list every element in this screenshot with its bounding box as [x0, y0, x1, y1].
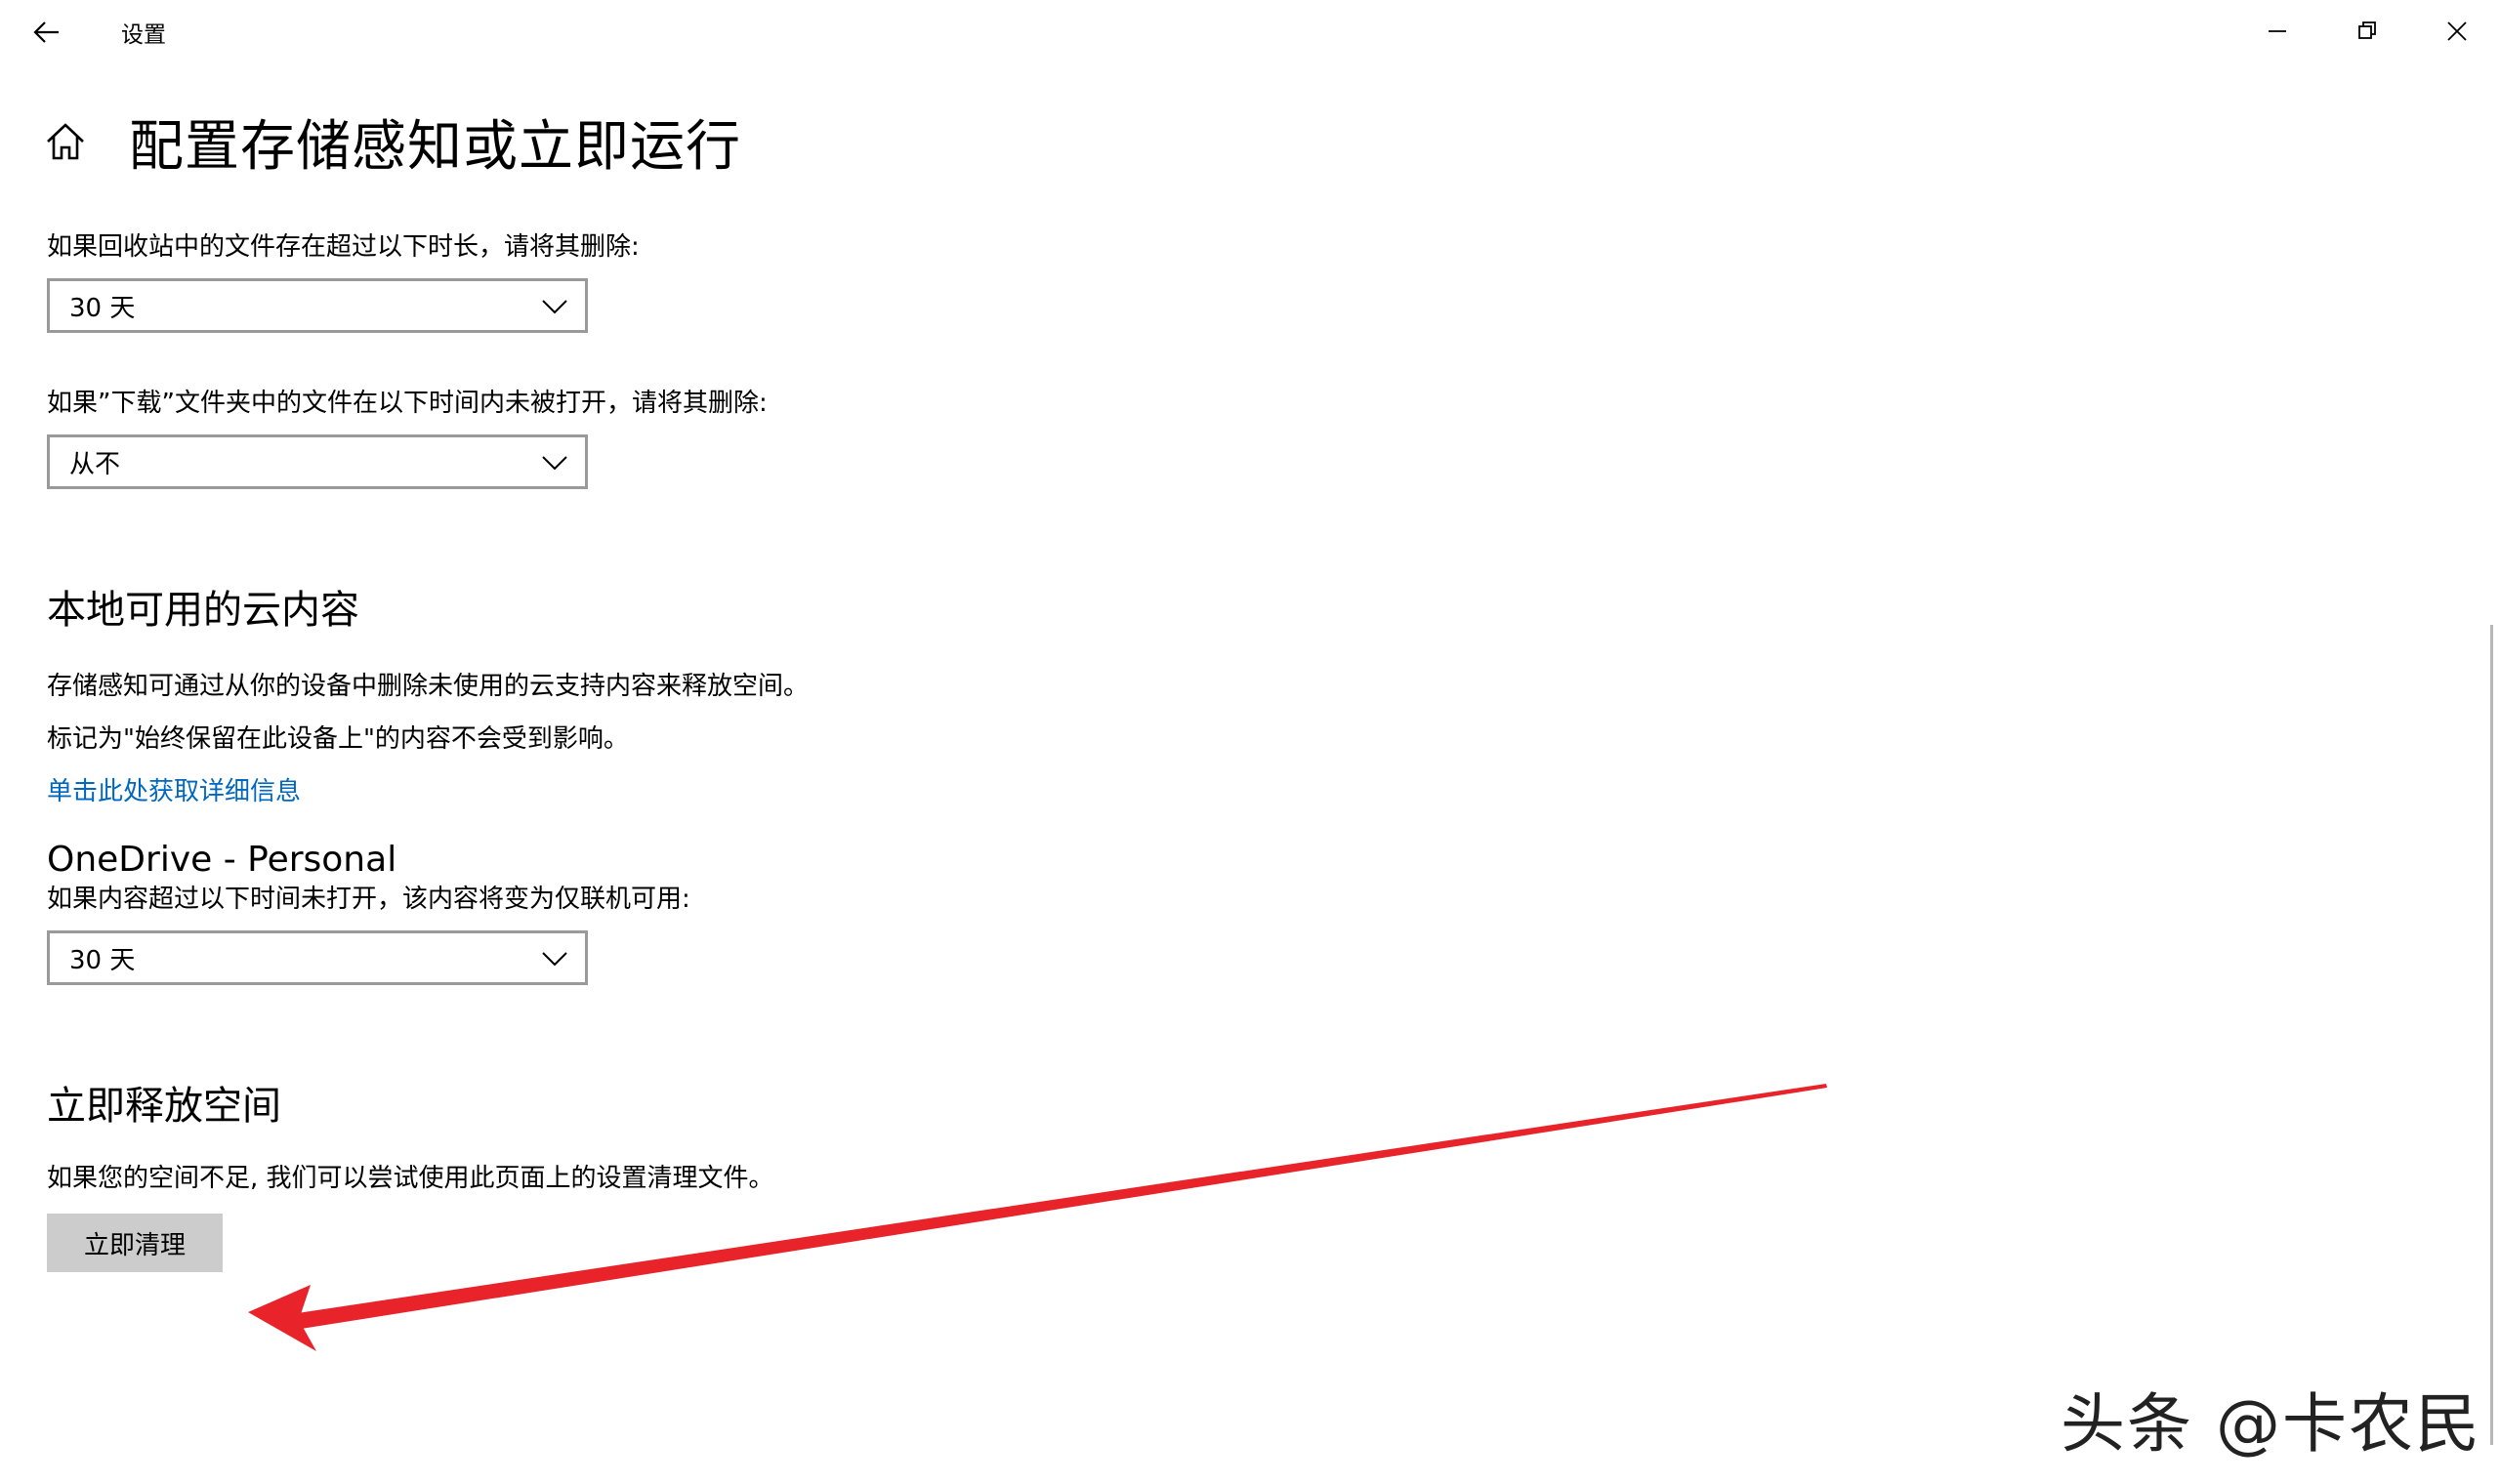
chevron-down-icon — [542, 952, 567, 967]
scrollbar[interactable] — [2490, 625, 2493, 1445]
home-icon — [47, 123, 84, 160]
settings-content: 如果回收站中的文件存在超过以下时长，请将其删除: 30 天 如果”下载”文件夹中… — [47, 229, 1805, 1272]
restore-icon — [2358, 21, 2376, 39]
back-arrow-icon — [33, 21, 59, 43]
downloads-setting: 如果”下载”文件夹中的文件在以下时间内未被打开，请将其删除: 从不 — [47, 386, 1805, 489]
chevron-down-icon — [542, 456, 567, 471]
recycle-bin-setting: 如果回收站中的文件存在超过以下时长，请将其删除: 30 天 — [47, 229, 1805, 333]
chevron-down-icon — [542, 300, 567, 314]
onedrive-dropdown[interactable]: 30 天 — [47, 930, 588, 985]
minimize-icon — [2269, 30, 2286, 32]
details-link[interactable]: 单击此处获取详细信息 — [47, 774, 1805, 809]
cloud-content-section: 本地可用的云内容 存储感知可通过从你的设备中删除未使用的云支持内容来释放空间。 … — [47, 585, 1805, 985]
free-space-section: 立即释放空间 如果您的空间不足, 我们可以尝试使用此页面上的设置清理文件。 立即… — [47, 1081, 1805, 1272]
settings-window: 设置 配置存储感知或立即运行 如果回收站中的文件存在超过以下时长，请将其删除: … — [0, 0, 2500, 1484]
app-title: 设置 — [121, 22, 166, 48]
cloud-content-heading: 本地可用的云内容 — [47, 588, 359, 633]
onedrive-dropdown-value: 30 天 — [69, 945, 136, 975]
close-icon — [2447, 21, 2467, 41]
downloads-dropdown[interactable]: 从不 — [47, 434, 588, 489]
recycle-bin-dropdown-value: 30 天 — [69, 293, 136, 323]
minimize-button[interactable] — [2232, 0, 2322, 62]
page-title: 配置存储感知或立即运行 — [129, 114, 741, 179]
title-bar: 设置 — [0, 0, 2500, 64]
watermark: 头条 @卡农民 — [2061, 1386, 2481, 1462]
downloads-dropdown-value: 从不 — [69, 449, 121, 479]
back-button[interactable] — [18, 6, 76, 59]
free-space-desc: 如果您的空间不足, 我们可以尝试使用此页面上的设置清理文件。 — [47, 1164, 774, 1193]
arrow-head — [248, 1285, 316, 1351]
cloud-content-desc-1: 存储感知可通过从你的设备中删除未使用的云支持内容来释放空间。 — [47, 672, 810, 701]
close-button[interactable] — [2412, 0, 2500, 62]
restore-button[interactable] — [2322, 0, 2412, 62]
page-header: 配置存储感知或立即运行 — [39, 98, 741, 186]
downloads-label: 如果”下载”文件夹中的文件在以下时间内未被打开，请将其删除: — [47, 389, 768, 418]
onedrive-account-heading: OneDrive - Personal — [47, 840, 397, 880]
recycle-bin-label: 如果回收站中的文件存在超过以下时长，请将其删除: — [47, 232, 640, 262]
clean-now-button[interactable]: 立即清理 — [47, 1214, 223, 1272]
cloud-content-desc-2: 标记为"始终保留在此设备上"的内容不会受到影响。 — [47, 724, 629, 754]
free-space-heading: 立即释放空间 — [47, 1084, 281, 1129]
recycle-bin-dropdown[interactable]: 30 天 — [47, 278, 588, 333]
home-button[interactable] — [39, 115, 92, 168]
onedrive-label: 如果内容超过以下时间未打开，该内容将变为仅联机可用: — [47, 885, 690, 914]
